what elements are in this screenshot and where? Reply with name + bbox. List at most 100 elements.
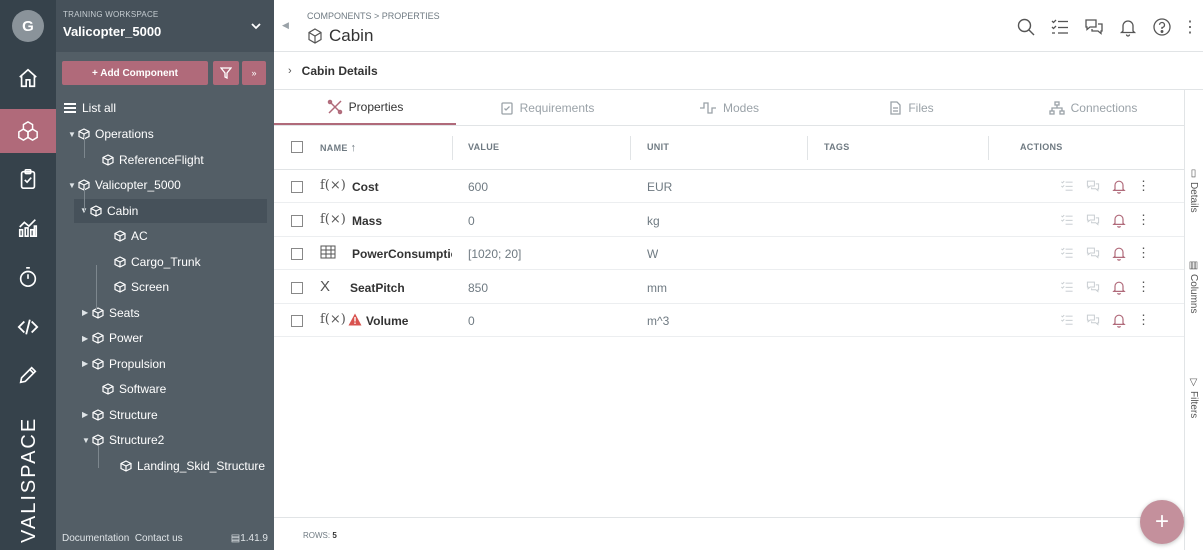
kebab-icon[interactable]: ⋮ xyxy=(1137,279,1150,295)
table-row[interactable]: f(×) Cost 600 EUR ⋮ xyxy=(274,170,1184,203)
property-unit[interactable]: m^3 xyxy=(647,314,669,328)
column-divider[interactable] xyxy=(807,136,808,160)
checklist-icon[interactable] xyxy=(1059,313,1075,327)
bell-icon[interactable] xyxy=(1111,178,1127,194)
column-divider[interactable] xyxy=(452,136,453,160)
row-checkbox[interactable] xyxy=(291,214,303,227)
property-name[interactable]: Mass xyxy=(352,214,452,228)
caret-down-icon[interactable]: ▼ xyxy=(80,206,90,215)
details-panel-toggle[interactable]: ▯ Details xyxy=(1188,168,1199,213)
tree-node[interactable]: Screen xyxy=(104,275,169,299)
tree-node[interactable]: ▶ Structure xyxy=(82,403,158,427)
kebab-icon[interactable]: ⋮ xyxy=(1137,312,1150,328)
property-unit[interactable]: EUR xyxy=(647,180,672,194)
add-property-button[interactable]: + xyxy=(1140,500,1184,544)
rail-requirements[interactable] xyxy=(0,157,56,201)
user-avatar[interactable]: G xyxy=(12,10,44,42)
columns-panel-toggle[interactable]: ▥ Columns xyxy=(1188,260,1199,313)
bell-icon[interactable] xyxy=(1111,312,1127,328)
tree-node[interactable]: ▼ Operations xyxy=(68,122,154,146)
tab-modes[interactable]: Modes xyxy=(638,90,820,125)
filters-panel-toggle[interactable]: ▽ Filters xyxy=(1188,377,1199,418)
rail-timeline[interactable] xyxy=(0,255,56,299)
caret-down-icon[interactable]: ▼ xyxy=(82,436,92,445)
property-name[interactable]: PowerConsumption xyxy=(352,247,452,261)
tree-node[interactable]: ▶ Propulsion xyxy=(82,352,166,376)
tree-node[interactable]: ▼ Structure2 xyxy=(82,428,164,452)
caret-right-icon[interactable]: ▶ xyxy=(82,308,92,317)
tasks-button[interactable] xyxy=(1049,16,1071,38)
rail-documents[interactable] xyxy=(0,353,56,397)
caret-right-icon[interactable]: ▶ xyxy=(82,359,92,368)
collapse-tree-button[interactable]: » xyxy=(242,61,266,85)
chat-icon[interactable] xyxy=(1085,280,1101,294)
tree-node[interactable]: Landing_Skid_Structure xyxy=(110,454,265,478)
property-value[interactable]: 850 xyxy=(468,281,488,295)
chat-icon[interactable] xyxy=(1085,213,1101,227)
chat-icon[interactable] xyxy=(1085,246,1101,260)
property-value[interactable]: 0 xyxy=(468,214,475,228)
tab-requirements[interactable]: Requirements xyxy=(456,90,638,125)
column-divider[interactable] xyxy=(630,136,631,160)
kebab-icon[interactable]: ⋮ xyxy=(1137,212,1150,228)
tree-node[interactable]: ReferenceFlight xyxy=(92,148,204,172)
list-all-button[interactable]: List all xyxy=(64,101,116,115)
add-component-button[interactable]: + Add Component xyxy=(62,61,208,85)
rail-scripting[interactable] xyxy=(0,305,56,349)
tab-connections[interactable]: Connections xyxy=(1002,90,1184,125)
tab-files[interactable]: Files xyxy=(820,90,1002,125)
row-checkbox[interactable] xyxy=(291,248,303,260)
rail-analyses[interactable] xyxy=(0,205,56,249)
kebab-icon[interactable]: ⋮ xyxy=(1137,178,1150,194)
tree-node[interactable]: Software xyxy=(92,377,166,401)
column-header-unit[interactable]: UNIT xyxy=(647,142,669,152)
tree-node[interactable]: AC xyxy=(104,224,148,248)
contact-link[interactable]: Contact us xyxy=(135,533,183,544)
property-value[interactable]: 600 xyxy=(468,180,488,194)
workspace-selector[interactable]: TRAINING WORKSPACE Valicopter_5000 xyxy=(56,0,274,52)
chat-icon[interactable] xyxy=(1085,179,1101,193)
collapse-sidebar-icon[interactable]: ◀ xyxy=(282,20,289,31)
notifications-button[interactable] xyxy=(1117,16,1139,38)
column-header-value[interactable]: VALUE xyxy=(468,142,499,152)
column-header-name[interactable]: NAME ↑ xyxy=(320,142,356,154)
details-section-header[interactable]: › Cabin Details xyxy=(274,52,1203,90)
property-unit[interactable]: W xyxy=(647,247,658,261)
table-row[interactable]: f(×) Volume 0 m^3 ⋮ xyxy=(274,304,1184,337)
tree-node[interactable]: ▶ Power xyxy=(82,326,143,350)
property-value[interactable]: 0 xyxy=(468,314,475,328)
checklist-icon[interactable] xyxy=(1059,246,1075,260)
property-value[interactable]: [1020; 20] xyxy=(468,247,521,261)
documentation-link[interactable]: Documentation xyxy=(62,533,129,544)
bell-icon[interactable] xyxy=(1111,212,1127,228)
property-name[interactable]: SeatPitch xyxy=(350,281,452,295)
tree-node[interactable]: ▼ Cabin xyxy=(74,198,267,223)
more-menu-button[interactable]: ⋮ xyxy=(1182,16,1198,38)
column-header-tags[interactable]: TAGS xyxy=(824,142,850,152)
row-checkbox[interactable] xyxy=(291,281,303,294)
tree-node[interactable]: ▶ Seats xyxy=(82,301,140,325)
table-row[interactable]: PowerConsumption [1020; 20] W ⋮ xyxy=(274,237,1184,270)
row-checkbox[interactable] xyxy=(291,181,303,193)
tree-filter-button[interactable] xyxy=(213,61,239,85)
property-unit[interactable]: kg xyxy=(647,214,660,228)
tree-node[interactable]: Cargo_Trunk xyxy=(104,250,201,274)
row-checkbox[interactable] xyxy=(291,315,303,327)
table-row[interactable]: X SeatPitch 850 mm ⋮ xyxy=(274,271,1184,304)
chat-icon[interactable] xyxy=(1085,313,1101,327)
property-name[interactable]: Volume xyxy=(366,314,452,328)
table-row[interactable]: f(×) Mass 0 kg ⋮ xyxy=(274,204,1184,237)
column-divider[interactable] xyxy=(988,136,989,160)
select-all-checkbox[interactable] xyxy=(291,141,303,153)
caret-down-icon[interactable]: ▼ xyxy=(68,130,78,139)
breadcrumb[interactable]: COMPONENTS > PROPERTIES xyxy=(307,11,440,21)
caret-right-icon[interactable]: ▶ xyxy=(82,334,92,343)
tab-properties[interactable]: Properties xyxy=(274,90,456,125)
bell-icon[interactable] xyxy=(1111,245,1127,261)
caret-right-icon[interactable]: ▶ xyxy=(82,410,92,419)
caret-down-icon[interactable]: ▼ xyxy=(68,181,78,190)
rail-components[interactable] xyxy=(0,109,56,153)
checklist-icon[interactable] xyxy=(1059,213,1075,227)
checklist-icon[interactable] xyxy=(1059,280,1075,294)
property-unit[interactable]: mm xyxy=(647,281,667,295)
